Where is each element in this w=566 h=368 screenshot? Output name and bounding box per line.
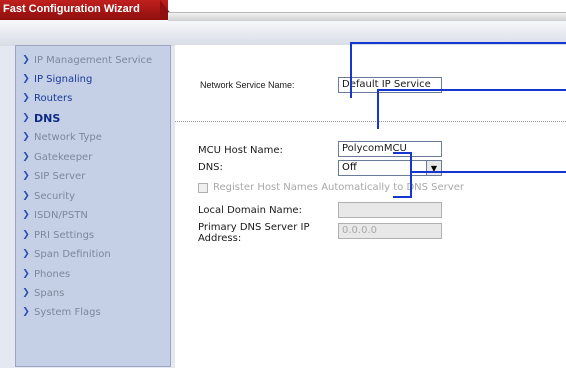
sidebar-item-phones[interactable]: ❯ Phones <box>16 265 70 283</box>
sidebar-item-ip-signaling[interactable]: ❯ IP Signaling <box>16 70 92 88</box>
callout-line <box>377 89 379 129</box>
callout-line <box>410 171 566 173</box>
title-bar-gray <box>168 12 566 21</box>
chevron-right-icon: ❯ <box>22 230 30 240</box>
sidebar-item-label: DNS <box>34 111 61 125</box>
chevron-right-icon: ❯ <box>22 210 30 220</box>
callout-line <box>377 89 566 91</box>
sidebar-item-label: Spans <box>34 287 65 299</box>
chevron-right-icon: ❯ <box>22 55 30 65</box>
callout-line <box>410 152 412 171</box>
register-host-names-label: Register Host Names Automatically to DNS… <box>213 182 464 193</box>
sidebar-item-ip-management-service[interactable]: ❯ IP Management Service <box>16 51 152 69</box>
primary-dns-server-label: Primary DNS Server IP Address: <box>198 222 310 244</box>
dns-select-value: Off <box>342 162 357 173</box>
title-bar: Fast Configuration Wizard <box>0 0 566 21</box>
sidebar-item-system-flags[interactable]: ❯ System Flags <box>16 303 101 321</box>
sidebar-item-sip-server[interactable]: ❯ SIP Server <box>16 167 85 185</box>
sidebar-item-label: Network Type <box>34 131 102 143</box>
callout-line <box>350 42 566 44</box>
sidebar-item-gatekeeper[interactable]: ❯ Gatekeeper <box>16 148 92 166</box>
sidebar-item-label: Security <box>34 190 76 202</box>
primary-dns-server-field[interactable]: 0.0.0.0 <box>338 223 442 239</box>
sidebar-item-label: IP Management Service <box>34 54 153 66</box>
chevron-right-icon: ❯ <box>22 113 30 123</box>
section-divider <box>175 121 566 122</box>
sidebar-item-label: Span Definition <box>34 248 111 260</box>
callout-line <box>350 42 352 98</box>
sidebar-item-spans[interactable]: ❯ Spans <box>16 284 64 302</box>
window-title: Fast Configuration Wizard <box>3 3 140 15</box>
sidebar-item-network-type[interactable]: ❯ Network Type <box>16 128 102 146</box>
dns-select[interactable]: Off ▼ <box>338 160 442 176</box>
sidebar-item-label: Phones <box>34 268 71 280</box>
sidebar-item-dns[interactable]: ❯ DNS <box>16 109 60 127</box>
chevron-right-icon: ❯ <box>22 288 30 298</box>
local-domain-name-field[interactable] <box>338 202 442 218</box>
sidebar-item-label: Routers <box>34 92 73 104</box>
chevron-right-icon: ❯ <box>22 93 30 103</box>
callout-line <box>410 171 412 198</box>
sidebar-item-isdn-pstn[interactable]: ❯ ISDN/PSTN <box>16 206 88 224</box>
local-domain-name-label: Local Domain Name: <box>198 205 302 216</box>
chevron-right-icon: ❯ <box>22 171 30 181</box>
chevron-right-icon: ❯ <box>22 249 30 259</box>
chevron-right-icon: ❯ <box>22 269 30 279</box>
sidebar-item-label: SIP Server <box>34 170 86 182</box>
sidebar-item-label: ISDN/PSTN <box>34 209 88 221</box>
chevron-right-icon: ❯ <box>22 132 30 142</box>
sidebar-item-routers[interactable]: ❯ Routers <box>16 89 72 107</box>
sidebar-item-span-definition[interactable]: ❯ Span Definition <box>16 245 111 263</box>
mcu-host-name-field[interactable]: PolycomMCU <box>338 141 442 157</box>
wizard-sidebar: ❯ IP Management Service ❯ IP Signaling ❯… <box>15 45 171 367</box>
sidebar-item-security[interactable]: ❯ Security <box>16 187 75 205</box>
chevron-right-icon: ❯ <box>22 191 30 201</box>
mcu-host-name-label: MCU Host Name: <box>198 145 283 156</box>
callout-line <box>393 196 412 198</box>
chevron-right-icon: ❯ <box>22 74 30 84</box>
sidebar-item-label: System Flags <box>34 306 101 318</box>
sidebar-item-pri-settings[interactable]: ❯ PRI Settings <box>16 226 94 244</box>
chevron-right-icon: ❯ <box>22 307 30 317</box>
network-service-name-label: Network Service Name: <box>200 80 295 90</box>
sidebar-item-label: IP Signaling <box>34 73 93 85</box>
chevron-right-icon: ❯ <box>22 152 30 162</box>
sidebar-item-label: PRI Settings <box>34 229 95 241</box>
dns-label: DNS: <box>198 162 223 173</box>
register-host-names-checkbox[interactable] <box>198 183 208 193</box>
sidebar-item-label: Gatekeeper <box>34 151 93 163</box>
